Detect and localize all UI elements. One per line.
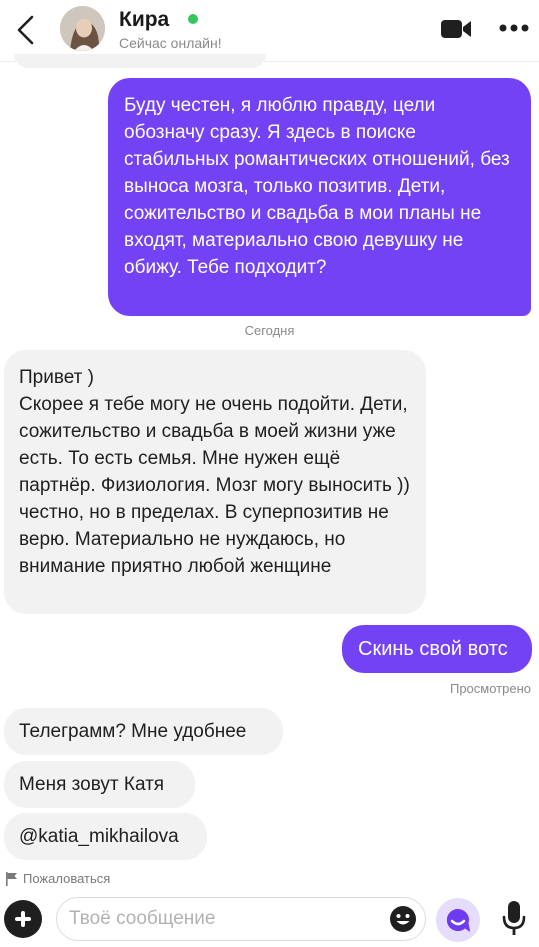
plus-icon[interactable] xyxy=(4,900,42,938)
previous-message-edge xyxy=(14,54,266,68)
message-composer xyxy=(0,893,539,947)
contact-name[interactable]: Кира xyxy=(119,8,169,32)
date-separator: Сегодня xyxy=(244,323,295,338)
microphone-icon[interactable] xyxy=(500,900,528,938)
message-input-wrapper[interactable] xyxy=(56,897,426,941)
video-call-icon[interactable] xyxy=(440,18,472,40)
back-arrow-icon[interactable] xyxy=(12,12,42,48)
outgoing-message[interactable]: Буду честен, я люблю правду, цели обозна… xyxy=(108,78,531,316)
ai-assistant-icon xyxy=(446,908,470,932)
more-icon[interactable] xyxy=(498,18,530,38)
flag-icon xyxy=(6,871,17,886)
incoming-message[interactable]: Меня зовут Катя xyxy=(4,761,195,808)
outgoing-message[interactable]: Скинь свой вотс xyxy=(342,625,532,673)
report-link[interactable]: Пожаловаться xyxy=(6,871,110,886)
incoming-message[interactable]: Привет ) Скорее я тебе могу не очень под… xyxy=(4,350,426,614)
online-indicator xyxy=(188,14,198,24)
report-label: Пожаловаться xyxy=(23,871,111,886)
online-status: Сейчас онлайн! xyxy=(119,35,222,51)
chat-header: Кира Сейчас онлайн! xyxy=(0,0,539,62)
message-input[interactable] xyxy=(69,904,379,934)
read-status: Просмотрено xyxy=(449,681,531,696)
emoji-icon[interactable] xyxy=(389,905,417,933)
ai-assistant-button[interactable] xyxy=(436,898,480,942)
avatar[interactable] xyxy=(60,6,105,51)
incoming-message[interactable]: @katia_mikhailova xyxy=(4,813,207,860)
incoming-message[interactable]: Телеграмм? Мне удобнее xyxy=(4,708,283,755)
